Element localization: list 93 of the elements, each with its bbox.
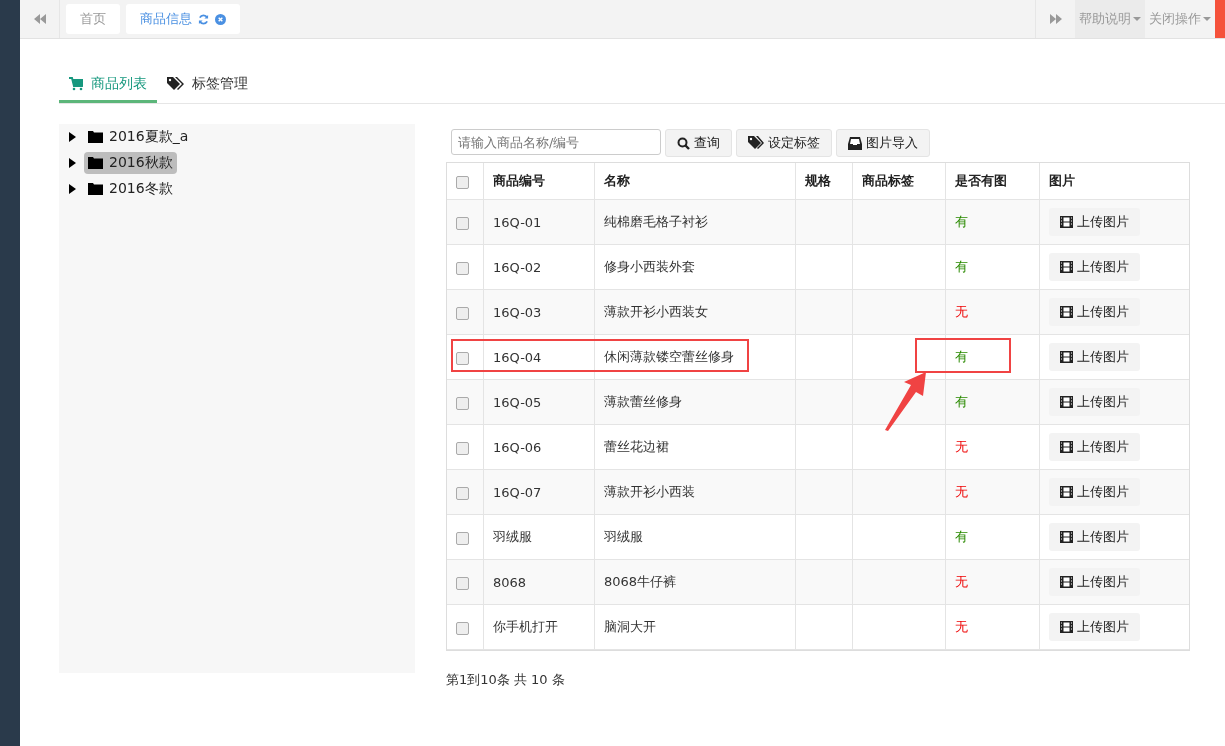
table-cell: 有 [945, 199, 1040, 245]
upload-image-button[interactable]: 上传图片 [1049, 523, 1140, 551]
upload-image-button[interactable]: 上传图片 [1049, 208, 1140, 236]
upload-image-button[interactable]: 上传图片 [1049, 568, 1140, 596]
film-icon [1060, 396, 1073, 408]
double-right-arrow-icon [1049, 14, 1062, 24]
close-icon[interactable] [215, 13, 226, 25]
toolbar-button[interactable]: 设定标签 [736, 129, 832, 157]
table-cell: 蕾丝花边裙 [594, 424, 796, 470]
table-cell: 羽绒服 [483, 514, 595, 560]
table-cell: 有 [945, 334, 1040, 380]
table-cell: 无 [945, 424, 1040, 470]
table-cell: 16Q-04 [483, 334, 595, 380]
row-checkbox[interactable] [456, 621, 469, 635]
upload-image-button[interactable]: 上传图片 [1049, 298, 1140, 326]
cart-icon [69, 76, 83, 91]
expand-arrow-icon[interactable] [69, 184, 76, 194]
table-cell: 16Q-06 [483, 424, 595, 470]
select-all-checkbox[interactable] [456, 175, 469, 189]
film-icon [1060, 531, 1073, 543]
tags-icon [167, 76, 184, 91]
folder-icon [88, 157, 103, 169]
row-checkbox[interactable] [456, 531, 469, 545]
table-cell: 纯棉磨毛格子衬衫 [594, 199, 796, 245]
column-header: 规格 [795, 163, 853, 200]
toolbar-button[interactable]: 图片导入 [836, 129, 930, 157]
table-cell: 有 [945, 244, 1040, 290]
row-checkbox[interactable] [456, 486, 469, 500]
film-icon [1060, 306, 1073, 318]
table-cell: 休闲薄款镂空蕾丝修身 [594, 334, 796, 380]
tree-node[interactable]: 2016夏款_a [84, 126, 193, 148]
row-checkbox[interactable] [456, 396, 469, 410]
upload-image-button[interactable]: 上传图片 [1049, 613, 1140, 641]
table-cell: 16Q-05 [483, 379, 595, 425]
table-cell: 无 [945, 604, 1040, 650]
table-cell: 薄款开衫小西装女 [594, 289, 796, 335]
table-cell: 无 [945, 469, 1040, 515]
tree-node[interactable]: 2016秋款 [84, 152, 177, 174]
row-checkbox[interactable] [456, 216, 469, 230]
inbox-icon [848, 136, 862, 150]
expand-arrow-icon[interactable] [69, 132, 76, 142]
upload-image-button[interactable]: 上传图片 [1049, 478, 1140, 506]
folder-icon [88, 183, 103, 195]
upload-image-button[interactable]: 上传图片 [1049, 343, 1140, 371]
table-cell: 薄款蕾丝修身 [594, 379, 796, 425]
table-cell: 薄款开衫小西装 [594, 469, 796, 515]
table-cell: 8068 [483, 559, 595, 605]
table-cell: 8068牛仔裤 [594, 559, 796, 605]
film-icon [1060, 351, 1073, 363]
table-cell: 16Q-07 [483, 469, 595, 515]
content-tab[interactable]: 商品列表 [59, 67, 157, 103]
table-cell: 有 [945, 379, 1040, 425]
search-icon [677, 136, 690, 150]
row-checkbox[interactable] [456, 261, 469, 275]
film-icon [1060, 261, 1073, 273]
column-header: 图片 [1039, 163, 1189, 200]
table-cell: 有 [945, 514, 1040, 560]
table-cell: 16Q-02 [483, 244, 595, 290]
toolbar-button[interactable]: 查询 [665, 129, 732, 157]
column-header: 是否有图 [945, 163, 1040, 200]
content-tab[interactable]: 标签管理 [157, 67, 258, 103]
table-cell: 脑洞大开 [594, 604, 796, 650]
film-icon [1060, 216, 1073, 228]
upload-image-button[interactable]: 上传图片 [1049, 433, 1140, 461]
table-cell: 修身小西装外套 [594, 244, 796, 290]
double-left-arrow-icon [33, 14, 46, 24]
annotation-arrow [883, 371, 927, 431]
film-icon [1060, 621, 1073, 633]
column-header: 名称 [594, 163, 796, 200]
refresh-icon[interactable] [198, 13, 209, 25]
folder-icon [88, 131, 103, 143]
upload-image-button[interactable]: 上传图片 [1049, 388, 1140, 416]
table-cell: 你手机打开 [483, 604, 595, 650]
column-header: 商品编号 [483, 163, 595, 200]
table-cell: 羽绒服 [594, 514, 796, 560]
row-checkbox[interactable] [456, 351, 469, 365]
film-icon [1060, 441, 1073, 453]
row-checkbox[interactable] [456, 441, 469, 455]
film-icon [1060, 576, 1073, 588]
table-cell: 16Q-03 [483, 289, 595, 335]
expand-arrow-icon[interactable] [69, 158, 76, 168]
table-cell: 无 [945, 289, 1040, 335]
row-checkbox[interactable] [456, 576, 469, 590]
table-cell: 16Q-01 [483, 199, 595, 245]
upload-image-button[interactable]: 上传图片 [1049, 253, 1140, 281]
pagination-info: 第1到10条 共 10 条 [446, 671, 566, 689]
tree-node[interactable]: 2016冬款 [84, 178, 177, 200]
column-header: 商品标签 [852, 163, 946, 200]
table-cell: 无 [945, 559, 1040, 605]
tag-icon [748, 136, 764, 150]
film-icon [1060, 486, 1073, 498]
row-checkbox[interactable] [456, 306, 469, 320]
search-field[interactable]: 请输入商品名称/编号 [451, 129, 661, 155]
